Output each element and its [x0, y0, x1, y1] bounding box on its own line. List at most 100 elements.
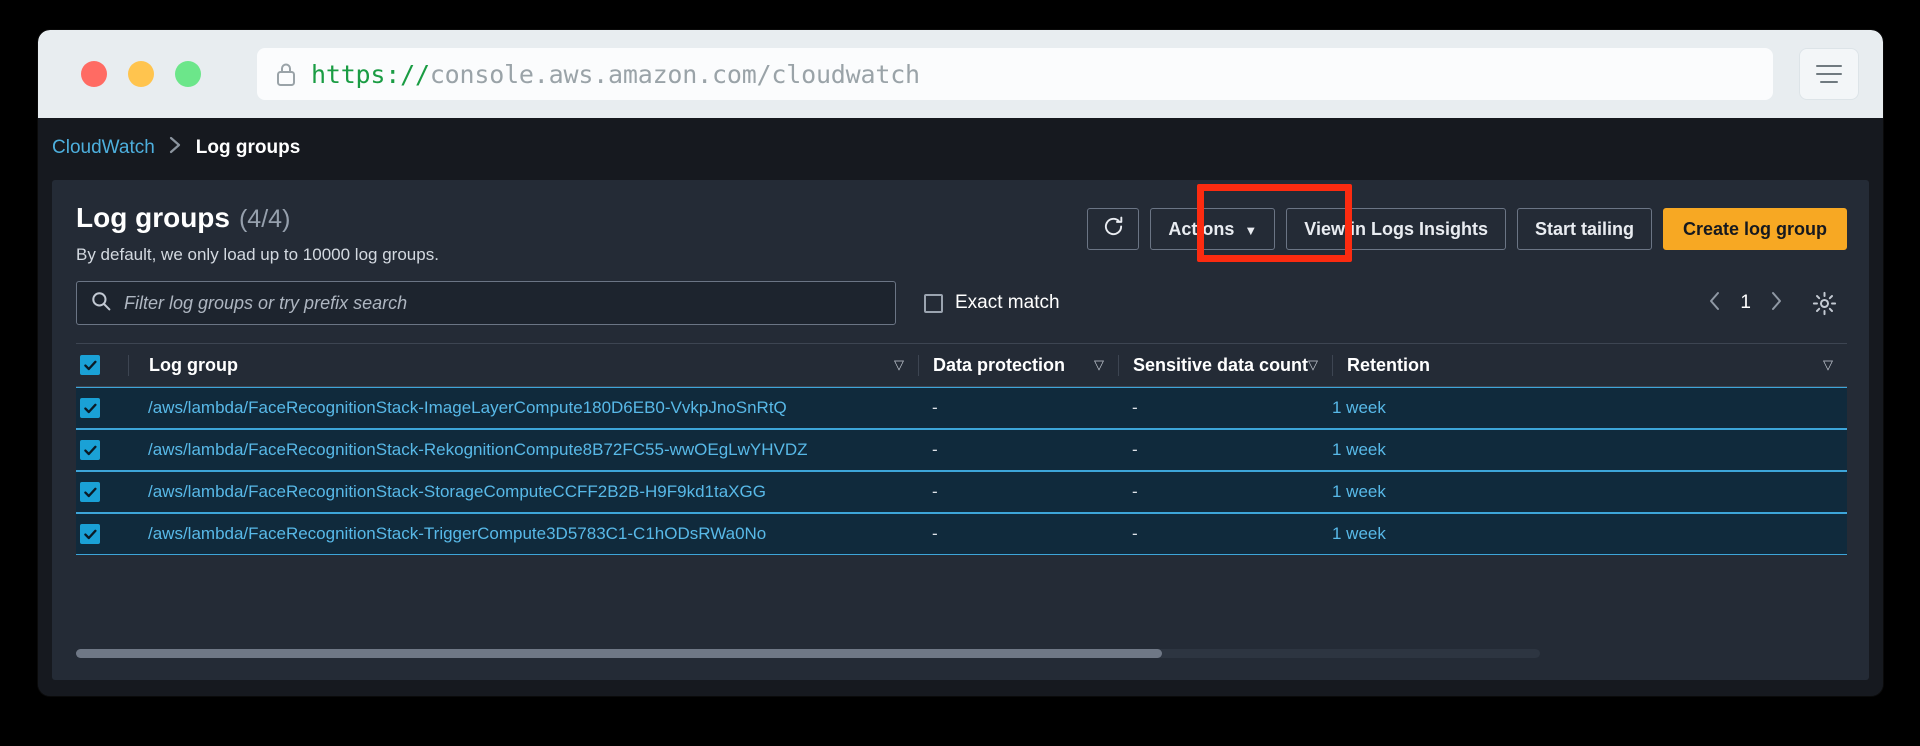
refresh-button[interactable] [1087, 208, 1140, 250]
table-header-row: Log group ▽ Data protection ▽ Sensitive … [76, 343, 1847, 387]
table-row[interactable]: /aws/lambda/FaceRecognitionStack-ImageLa… [76, 387, 1847, 429]
log-group-count: (4/4) [238, 205, 291, 233]
row-select-cell[interactable] [76, 524, 128, 544]
url-scheme: https:// [311, 59, 430, 89]
browser-window: https://console.aws.amazon.com/cloudwatc… [38, 30, 1883, 696]
cell-log-group: /aws/lambda/FaceRecognitionStack-Trigger… [128, 524, 918, 544]
cell-sensitive-data-count: - [1118, 398, 1318, 418]
sort-icon-retention[interactable]: ▽ [1823, 357, 1833, 373]
breadcrumb: CloudWatch Log groups [38, 118, 1883, 174]
actions-label: Actions [1168, 218, 1235, 239]
url-host-path: console.aws.amazon.com/cloudwatch [429, 59, 920, 89]
hamburger-menu-icon[interactable] [1799, 48, 1859, 100]
maximize-window-button[interactable] [175, 61, 201, 87]
address-bar-url: https://console.aws.amazon.com/cloudwatc… [311, 60, 920, 89]
table-row[interactable]: /aws/lambda/FaceRecognitionStack-Trigger… [76, 513, 1847, 555]
data-protection-value: - [932, 440, 938, 459]
table-body: /aws/lambda/FaceRecognitionStack-ImageLa… [76, 387, 1847, 555]
sensitive-data-count-value: - [1132, 398, 1138, 417]
table-row[interactable]: /aws/lambda/FaceRecognitionStack-Storage… [76, 471, 1847, 513]
retention-link[interactable]: 1 week [1332, 398, 1386, 417]
cell-log-group: /aws/lambda/FaceRecognitionStack-Storage… [128, 482, 918, 502]
breadcrumb-cloudwatch[interactable]: CloudWatch [52, 137, 155, 159]
column-header-data-protection[interactable]: Data protection ▽ [918, 354, 1118, 376]
column-header-log-group-label: Log group [149, 354, 238, 375]
select-all-cell[interactable] [76, 355, 128, 375]
cell-retention: 1 week [1318, 440, 1847, 460]
exact-match-toggle[interactable]: Exact match [924, 292, 1060, 314]
row-select-cell[interactable] [76, 398, 128, 418]
row-checkbox[interactable] [80, 398, 100, 418]
previous-page-button[interactable] [1708, 291, 1721, 315]
search-box[interactable] [76, 281, 896, 325]
cell-retention: 1 week [1318, 524, 1847, 544]
cell-sensitive-data-count: - [1118, 524, 1318, 544]
horizontal-scrollbar[interactable] [76, 649, 1540, 658]
cell-sensitive-data-count: - [1118, 482, 1318, 502]
data-protection-value: - [932, 482, 938, 501]
pagination: 1 [1708, 291, 1847, 316]
cell-data-protection: - [918, 440, 1118, 460]
refresh-icon [1103, 216, 1124, 242]
page-title-text: Log groups [76, 202, 230, 233]
retention-link[interactable]: 1 week [1332, 482, 1386, 501]
screen: https://console.aws.amazon.com/cloudwatc… [0, 0, 1920, 746]
panel-subtitle: By default, we only load up to 10000 log… [76, 245, 439, 264]
sensitive-data-count-value: - [1132, 482, 1138, 501]
log-groups-table: Log group ▽ Data protection ▽ Sensitive … [76, 343, 1847, 555]
log-group-link[interactable]: /aws/lambda/FaceRecognitionStack-ImageLa… [148, 398, 787, 417]
close-window-button[interactable] [81, 61, 107, 87]
horizontal-scrollbar-thumb[interactable] [76, 649, 1162, 658]
lock-icon [275, 61, 297, 87]
sort-icon-sensitive-data-count[interactable]: ▽ [1308, 357, 1318, 373]
start-tailing-button[interactable]: Start tailing [1516, 208, 1652, 250]
row-select-cell[interactable] [76, 482, 128, 502]
log-group-link[interactable]: /aws/lambda/FaceRecognitionStack-Trigger… [148, 524, 766, 543]
chevron-down-icon: ▼ [1244, 222, 1258, 238]
data-protection-value: - [932, 524, 938, 543]
search-icon [91, 291, 111, 316]
actions-dropdown-button[interactable]: Actions ▼ [1150, 208, 1276, 250]
current-page-number[interactable]: 1 [1740, 292, 1751, 314]
row-checkbox[interactable] [80, 482, 100, 502]
column-header-sensitive-data-count[interactable]: Sensitive data count ▽ [1118, 354, 1332, 376]
window-controls[interactable] [81, 61, 201, 87]
address-bar[interactable]: https://console.aws.amazon.com/cloudwatc… [257, 48, 1773, 100]
panel-title-block: Log groups (4/4) By default, we only loa… [74, 202, 439, 265]
retention-link[interactable]: 1 week [1332, 524, 1386, 543]
gear-icon[interactable] [1812, 291, 1837, 316]
cell-log-group: /aws/lambda/FaceRecognitionStack-Rekogni… [128, 440, 918, 460]
select-all-checkbox[interactable] [80, 355, 100, 375]
exact-match-checkbox[interactable] [924, 293, 943, 313]
cell-data-protection: - [918, 524, 1118, 544]
view-in-logs-insights-button[interactable]: View in Logs Insights [1286, 208, 1506, 250]
next-page-button[interactable] [1770, 291, 1783, 315]
cell-sensitive-data-count: - [1118, 440, 1318, 460]
panel-header: Log groups (4/4) By default, we only loa… [52, 180, 1869, 265]
sort-icon-log-group[interactable]: ▽ [894, 357, 904, 373]
chevron-right-icon [169, 136, 182, 160]
cell-data-protection: - [918, 482, 1118, 502]
page-title: Log groups (4/4) [76, 202, 439, 234]
log-groups-panel: Log groups (4/4) By default, we only loa… [52, 180, 1869, 680]
cell-log-group: /aws/lambda/FaceRecognitionStack-ImageLa… [128, 398, 918, 418]
row-select-cell[interactable] [76, 440, 128, 460]
log-group-link[interactable]: /aws/lambda/FaceRecognitionStack-Storage… [148, 482, 766, 501]
log-group-link[interactable]: /aws/lambda/FaceRecognitionStack-Rekogni… [148, 440, 808, 459]
column-header-log-group[interactable]: Log group ▽ [128, 354, 918, 376]
retention-link[interactable]: 1 week [1332, 440, 1386, 459]
table-row[interactable]: /aws/lambda/FaceRecognitionStack-Rekogni… [76, 429, 1847, 471]
search-input[interactable] [124, 292, 881, 314]
minimize-window-button[interactable] [128, 61, 154, 87]
create-log-group-button[interactable]: Create log group [1662, 208, 1847, 250]
page-content: CloudWatch Log groups Log groups (4/4) B… [38, 118, 1883, 696]
sort-icon-data-protection[interactable]: ▽ [1094, 357, 1104, 373]
column-header-retention-label: Retention [1347, 354, 1431, 375]
row-checkbox[interactable] [80, 524, 100, 544]
row-checkbox[interactable] [80, 440, 100, 460]
data-protection-value: - [932, 398, 938, 417]
column-header-retention[interactable]: Retention ▽ [1332, 354, 1847, 376]
exact-match-label: Exact match [955, 292, 1060, 313]
sensitive-data-count-value: - [1132, 524, 1138, 543]
sensitive-data-count-value: - [1132, 440, 1138, 459]
